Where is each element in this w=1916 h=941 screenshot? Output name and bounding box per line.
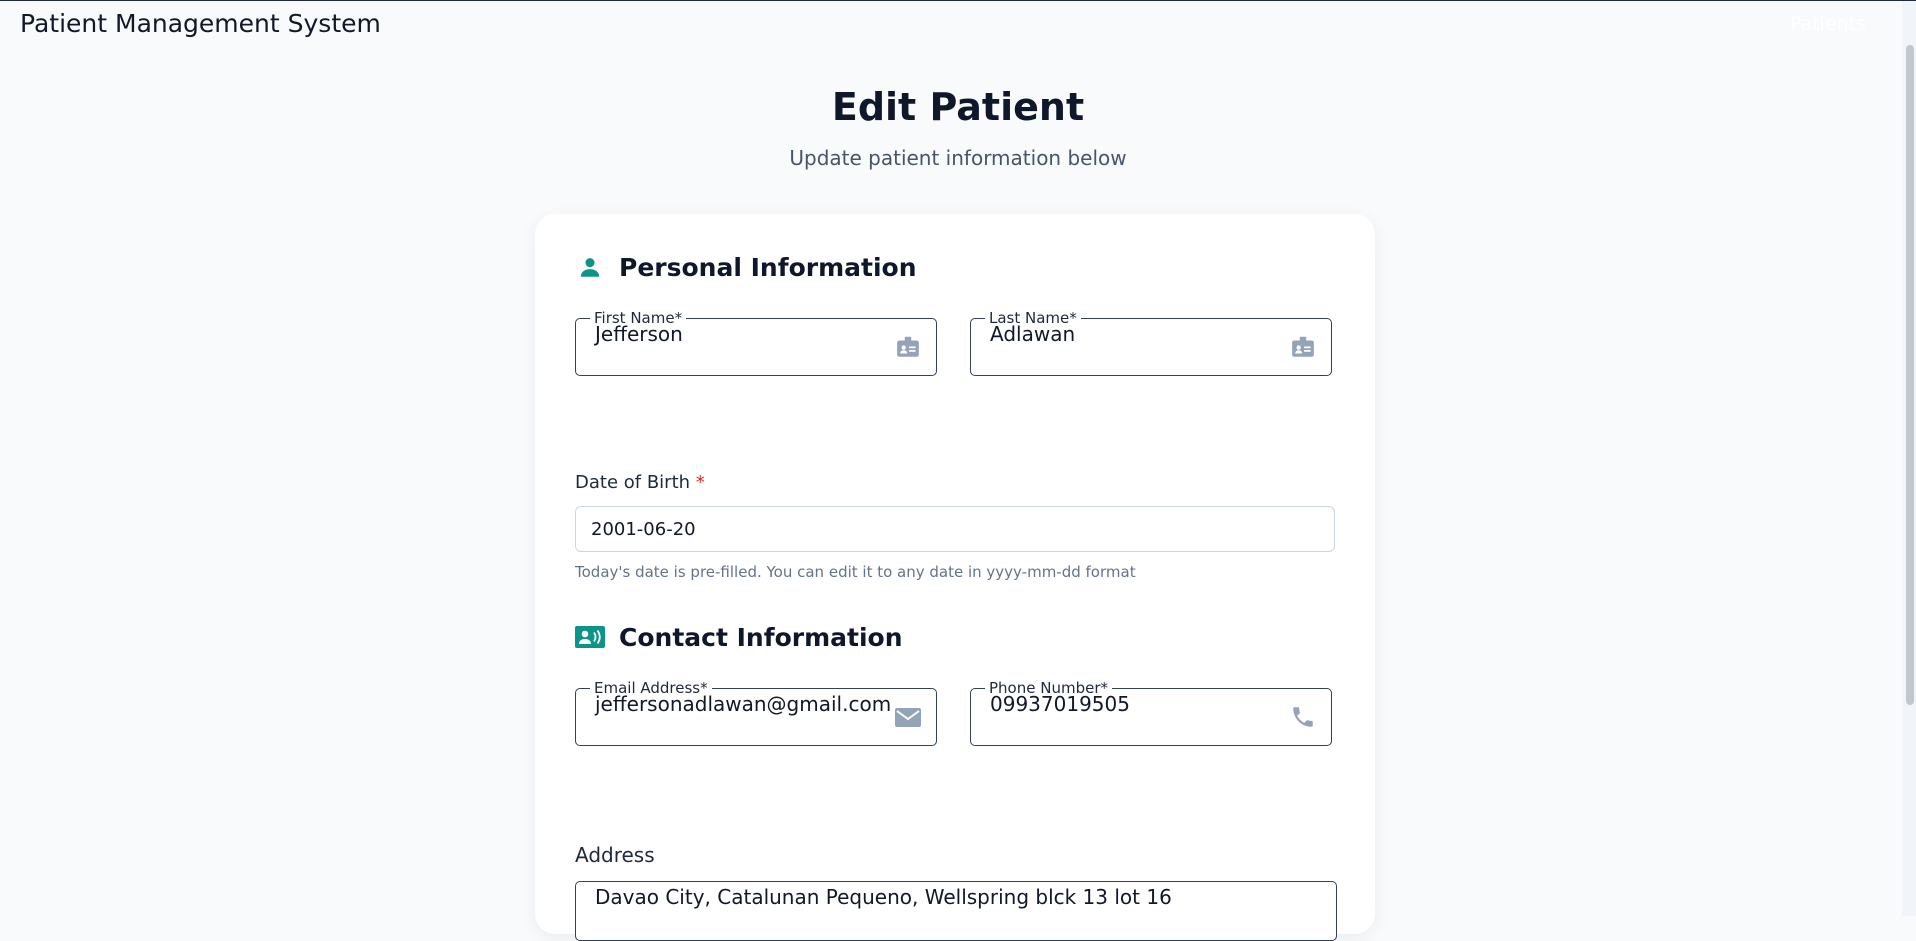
phone-field[interactable]: Phone Number* 09937019505 [970,679,1332,746]
scrollbar-thumb[interactable] [1906,45,1914,705]
contact-section-header: Contact Information [575,622,903,652]
id-badge-icon [1289,333,1317,361]
page-subtitle: Update patient information below [789,146,1127,170]
address-field[interactable]: Davao City, Catalunan Pequeno, Wellsprin… [575,881,1337,941]
dob-label-text: Date of Birth [575,472,691,493]
last-name-field[interactable]: Last Name* Adlawan [970,309,1332,376]
page-scrollbar[interactable] [1902,1,1916,916]
address-value[interactable]: Davao City, Catalunan Pequeno, Wellsprin… [595,885,1172,909]
patient-form-card: Personal Information First Name* Jeffers… [535,214,1375,941]
person-icon [575,252,605,282]
dob-input[interactable]: 2001-06-20 [575,506,1335,552]
first-name-value[interactable]: Jefferson [595,322,683,346]
email-field[interactable]: Email Address* jeffersonadlawan@gmail.co… [575,679,937,746]
nav-patients-link[interactable]: Patients [1779,9,1876,39]
app-title: Patient Management System [20,9,381,38]
last-name-value[interactable]: Adlawan [990,322,1075,346]
email-value[interactable]: jeffersonadlawan@gmail.com [595,692,891,716]
address-label: Address [575,843,655,867]
personal-section-header: Personal Information [575,252,917,282]
id-badge-icon [894,333,922,361]
first-name-field[interactable]: First Name* Jefferson [575,309,937,376]
phone-icon [1289,703,1317,731]
personal-section-title: Personal Information [619,252,917,282]
phone-value[interactable]: 09937019505 [990,692,1130,716]
contact-card-icon [575,622,605,652]
page-title: Edit Patient [831,85,1085,129]
dob-required-mark: * [695,472,705,493]
contact-section-title: Contact Information [619,622,903,652]
dob-helper-text: Today's date is pre-filled. You can edit… [575,563,1136,581]
dob-label: Date of Birth * [575,472,705,493]
mail-icon [894,703,922,731]
